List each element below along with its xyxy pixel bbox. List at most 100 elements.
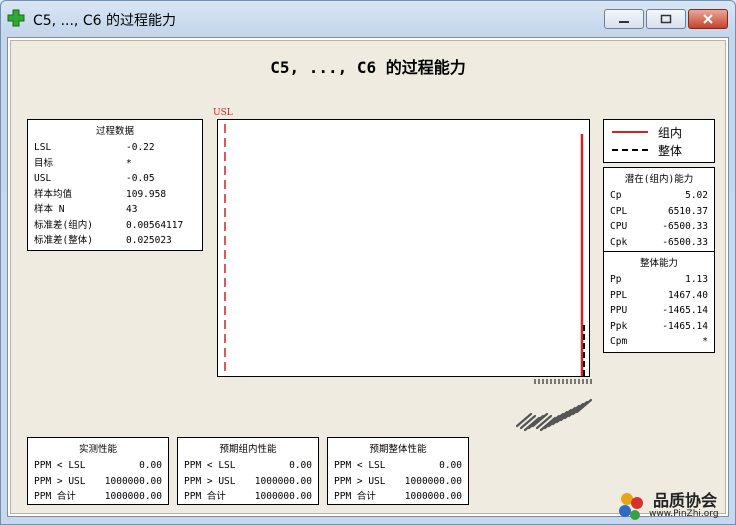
row-label: Cpm — [610, 336, 628, 347]
minimize-button[interactable] — [604, 9, 644, 29]
perf-header: 预期整体性能 — [369, 444, 427, 455]
row-label: CPU — [610, 221, 628, 232]
legend-line-dashed — [612, 149, 648, 151]
legend-label: 整体 — [658, 143, 683, 158]
process-row: 目标 * — [28, 156, 202, 172]
close-button[interactable] — [688, 9, 728, 29]
process-data-header: 过程数据 — [95, 126, 134, 137]
usl-label: USL — [213, 108, 233, 118]
perf-row: PPM 合计 1000000.00 — [178, 489, 318, 505]
row-value: * — [126, 157, 132, 169]
row-value: 1.13 — [685, 274, 708, 285]
row-label: PPM 合计 — [334, 491, 376, 502]
row-value: 1000000.00 — [254, 475, 312, 487]
process-row: 样本 N 43 — [28, 202, 202, 218]
overall-row: Cpm * — [604, 334, 714, 350]
overall-row: Pp 1.13 — [604, 272, 714, 288]
legend-item-overall: 整体 — [604, 141, 714, 159]
perf-row: PPM < LSL 0.00 — [328, 458, 468, 474]
row-label: PPM < LSL — [34, 460, 86, 471]
within-row: Cpk -6500.33 — [604, 235, 714, 251]
process-row: USL -0.05 — [28, 171, 202, 187]
perf-row: PPM > USL 1000000.00 — [28, 474, 168, 490]
row-value: 1000000.00 — [254, 491, 312, 502]
row-label: CPL — [610, 205, 628, 217]
legend-line-solid — [612, 131, 648, 133]
row-label: Cpk — [610, 236, 628, 248]
plus-icon — [7, 9, 25, 27]
capability-box: 潜在(组内)能力 Cp 5.02 CPL 6510.37 CPU -6500.33 C… — [603, 167, 715, 353]
graph-title: C5, ..., C6 的过程能力 — [270, 58, 466, 77]
overall-row: PPL 1467.40 — [604, 288, 714, 304]
row-value: 1000000.00 — [404, 491, 462, 502]
minimize-icon — [605, 10, 643, 28]
row-label: PPM < LSL — [184, 460, 236, 471]
perf-header: 实测性能 — [78, 444, 117, 455]
perf-row: PPM > USL 1000000.00 — [328, 474, 468, 490]
within-row: CPU -6500.33 — [604, 219, 714, 235]
overall-header: 整体能力 — [639, 258, 678, 269]
overall-row: Ppk -1465.14 — [604, 319, 714, 335]
perf-row: PPM 合计 1000000.00 — [28, 489, 168, 505]
row-value: -0.05 — [126, 173, 155, 184]
window: C5, ..., C6 的过程能力 C5, ..., C6 的过程能力 过程数据… — [0, 0, 736, 525]
row-value: 0.00 — [289, 460, 312, 471]
within-row: CPL 6510.37 — [604, 204, 714, 220]
row-label: USL — [34, 173, 52, 184]
perf-row: PPM < LSL 0.00 — [178, 458, 318, 474]
row-label: PPM 合计 — [34, 491, 76, 502]
row-value: 1000000.00 — [104, 475, 162, 487]
observed-performance-box: 实测性能 PPM < LSL 0.00 PPM > USL 1000000.00 P… — [27, 437, 169, 505]
maximize-button[interactable] — [646, 9, 686, 29]
capability-graph: C5, ..., C6 的过程能力 过程数据 LSL -0.22 目标 * USL -… — [10, 40, 726, 514]
expected-overall-performance-box: 预期整体性能 PPM < LSL 0.00 PPM > USL 1000000.00… — [327, 437, 469, 505]
row-value: -6500.33 — [662, 236, 708, 248]
title-bar[interactable]: C5, ..., C6 的过程能力 — [1, 1, 735, 35]
process-row: 样本均值 109.958 — [28, 187, 202, 203]
graph-window-client: C5, ..., C6 的过程能力 过程数据 LSL -0.22 目标 * USL -… — [7, 37, 729, 517]
row-value: -1465.14 — [662, 320, 708, 332]
window-title: C5, ..., C6 的过程能力 — [33, 13, 176, 29]
row-label: 标准差(组内) — [34, 219, 93, 231]
row-label: 样本均值 — [34, 188, 73, 200]
legend-box: 组内 整体 — [603, 119, 715, 163]
row-label: PPM > USL — [334, 475, 386, 487]
row-label: PPL — [610, 289, 628, 301]
legend-item-within: 组内 — [604, 123, 714, 141]
perf-header: 预期组内性能 — [219, 444, 277, 455]
row-label: PPM > USL — [184, 475, 236, 487]
row-value: * — [702, 336, 708, 347]
row-value: -0.22 — [126, 142, 155, 153]
expected-within-performance-box: 预期组内性能 PPM < LSL 0.00 PPM > USL 1000000.00… — [177, 437, 319, 505]
row-value: 5.02 — [685, 190, 708, 201]
process-row: LSL -0.22 — [28, 140, 202, 156]
row-value: 0.00 — [439, 460, 462, 471]
row-label: Ppk — [610, 320, 628, 332]
watermark-url: www.PinZhi.org — [649, 509, 719, 519]
row-label: LSL — [34, 142, 52, 153]
overall-capability-section: 整体能力 Pp 1.13 PPL 1467.40 PPU -1465.14 Ppk -1… — [604, 255, 714, 351]
row-value: 1000000.00 — [404, 475, 462, 487]
row-label: Pp — [610, 274, 622, 285]
x-axis-ticks — [515, 379, 593, 432]
histogram-plot-area — [217, 119, 590, 377]
row-label: PPM 合计 — [184, 491, 226, 502]
perf-row: PPM < LSL 0.00 — [28, 458, 168, 474]
overall-row: PPU -1465.14 — [604, 303, 714, 319]
row-value: 0.00 — [139, 460, 162, 471]
process-row: 标准差(整体) 0.025023 — [28, 233, 202, 249]
row-label: Cp — [610, 190, 622, 201]
row-label: 标准差(整体) — [34, 235, 93, 246]
legend-label: 组内 — [658, 125, 683, 140]
plot-svg — [224, 124, 585, 376]
row-label: 样本 N — [34, 204, 65, 215]
row-value: 1000000.00 — [104, 491, 162, 502]
row-value: -6500.33 — [662, 221, 708, 232]
row-value: 0.00564117 — [126, 219, 184, 231]
row-label: PPM > USL — [34, 475, 86, 487]
perf-row: PPM 合计 1000000.00 — [328, 489, 468, 505]
perf-row: PPM > USL 1000000.00 — [178, 474, 318, 490]
watermark-name: 品质协会 — [653, 491, 718, 510]
row-value: 6510.37 — [667, 205, 708, 217]
within-row: Cp 5.02 — [604, 188, 714, 204]
